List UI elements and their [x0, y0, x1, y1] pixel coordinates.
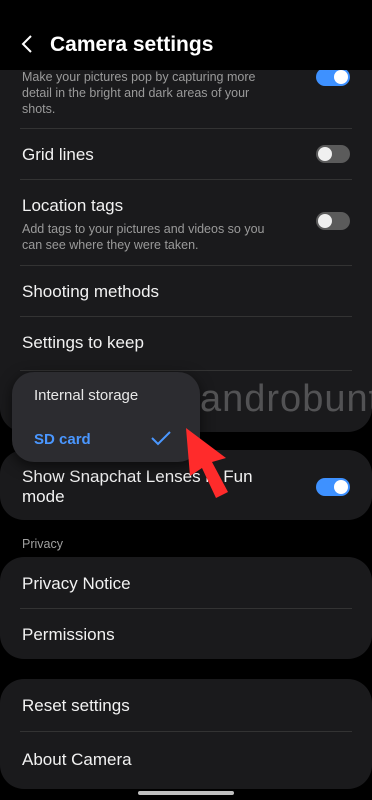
grid-lines-toggle[interactable] — [316, 145, 350, 163]
page-title: Camera settings — [50, 33, 214, 56]
settings-to-keep-row[interactable]: Settings to keep — [0, 316, 372, 370]
checkmark-icon — [151, 431, 171, 446]
toggle-knob — [334, 480, 348, 494]
popup-option-internal-storage[interactable]: Internal storage — [34, 387, 138, 404]
red-arrow-icon — [186, 428, 228, 498]
shooting-methods-label: Shooting methods — [22, 282, 160, 301]
reset-settings-label: Reset settings — [22, 696, 130, 715]
privacy-notice-row[interactable]: Privacy Notice — [0, 557, 372, 608]
shooting-methods-row[interactable]: Shooting methods — [0, 265, 372, 316]
privacy-card: Privacy Notice Permissions — [0, 557, 372, 659]
privacy-notice-label: Privacy Notice — [22, 574, 131, 593]
location-tags-label: Location tags — [22, 196, 124, 215]
about-camera-label: About Camera — [22, 750, 132, 769]
grid-lines-row[interactable]: Grid lines — [0, 128, 372, 179]
watermark-text: androbuntu — [200, 378, 372, 420]
toggle-knob — [334, 70, 348, 84]
privacy-section-label: Privacy — [22, 537, 63, 551]
reset-about-card: Reset settings About Camera — [0, 679, 372, 789]
snapchat-toggle[interactable] — [316, 478, 350, 496]
partial-setting-toggle[interactable] — [316, 68, 350, 86]
popup-option-sd-card[interactable]: SD card — [34, 431, 91, 448]
permissions-label: Permissions — [22, 625, 115, 644]
about-camera-row[interactable]: About Camera — [0, 731, 372, 789]
settings-to-keep-label: Settings to keep — [22, 333, 144, 352]
storage-location-popup: Internal storage SD card — [12, 372, 200, 462]
toggle-knob — [318, 147, 332, 161]
back-arrow-icon[interactable] — [16, 32, 40, 56]
partial-setting-description: Make your pictures pop by capturing more… — [22, 70, 256, 116]
location-tags-row[interactable]: Location tags Add tags to your pictures … — [0, 179, 372, 265]
grid-lines-label: Grid lines — [22, 145, 94, 164]
permissions-row[interactable]: Permissions — [0, 608, 372, 659]
app-header: Camera settings — [0, 0, 372, 70]
home-indicator[interactable] — [138, 791, 234, 795]
location-tags-description: Add tags to your pictures and videos so … — [22, 222, 265, 252]
location-tags-toggle[interactable] — [316, 212, 350, 230]
reset-settings-row[interactable]: Reset settings — [0, 679, 372, 731]
toggle-knob — [318, 214, 332, 228]
